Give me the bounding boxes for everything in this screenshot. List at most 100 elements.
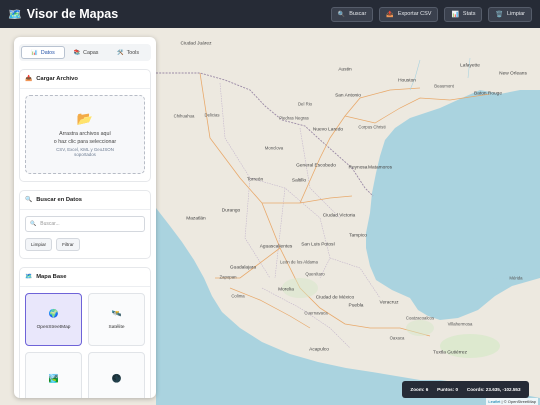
leaflet-link[interactable]: Leaflet: [488, 399, 500, 404]
layers-icon: 📚: [73, 49, 81, 56]
basemap-panel: 🗺️ Mapa Base 🌍 OpenStreetMap 🛰️ Satélite…: [19, 267, 151, 398]
basemap-dark[interactable]: 🌑: [88, 352, 145, 398]
map-label: San Luis Potosí: [301, 242, 335, 248]
map-label: Tuxtla Gutiérrez: [433, 350, 467, 356]
export-csv-button[interactable]: 📤 Exportar CSV: [379, 6, 439, 22]
search-icon: 🔍: [337, 11, 346, 18]
stats-button[interactable]: 📊 Stats: [444, 6, 483, 22]
data-search-input[interactable]: 🔍 Buscar...: [25, 216, 145, 232]
map-label: Cuernavaca: [304, 310, 328, 316]
app-title-text: Visor de Mapas: [26, 7, 119, 21]
map-label: Reynosa: [348, 165, 368, 171]
search-panel: 🔍 Buscar en Datos 🔍 Buscar... Limpiar Fi…: [19, 190, 151, 259]
search-button-label: Buscar: [349, 11, 367, 17]
tab-capas-label: Capas: [83, 49, 99, 56]
basemap-panel-title: 🗺️ Mapa Base: [20, 268, 150, 286]
map-icon: 🗺️: [25, 274, 33, 280]
stats-button-label: Stats: [462, 11, 476, 17]
basemap-title-text: Mapa Base: [36, 274, 67, 280]
map-label: Tampico: [349, 233, 367, 239]
osm-attribution: | © OpenStreetMap: [501, 399, 536, 404]
map-label: Mazatlán: [186, 216, 206, 222]
map-label: Puebla: [348, 303, 364, 309]
map-status-bar: Zoom: 6 Puntos: 0 Coords: 23.635, -102.5…: [402, 381, 529, 398]
map-label: Colima: [231, 293, 245, 299]
clear-button-label: Limpiar: [506, 11, 525, 17]
map-label: Querétaro: [305, 271, 325, 277]
map-label: Mérida: [509, 275, 523, 281]
upload-panel: 📥 Cargar Archivo 📂 Arrastra archivos aqu…: [19, 69, 151, 182]
tab-tools[interactable]: 🛠️ Tools: [107, 46, 149, 59]
chart-icon: 📊: [31, 49, 38, 56]
search-panel-title-text: Buscar en Datos: [36, 197, 82, 203]
search-button[interactable]: 🔍 Buscar: [330, 6, 374, 22]
points-readout: Puntos: 0: [437, 387, 459, 392]
map-label: Durango: [221, 208, 241, 214]
map-label: Austin: [338, 67, 352, 73]
search-placeholder: Buscar...: [40, 221, 60, 227]
basemap-terrain[interactable]: 🏞️: [25, 352, 82, 398]
map-label: Piedras Negras: [279, 115, 309, 121]
map-label: Zapopan: [219, 274, 237, 280]
search-icon: 🔍: [30, 221, 37, 227]
folder-icon: 📂: [76, 111, 94, 127]
upload-panel-title: 📥 Cargar Archivo: [20, 70, 150, 88]
map-label: Baton Rouge: [473, 91, 503, 97]
map-attribution: Leaflet | © OpenStreetMap: [486, 398, 538, 405]
map-label: Veracruz: [379, 300, 399, 306]
map-icon: 🗺️: [8, 8, 22, 21]
tools-icon: 🛠️: [117, 49, 124, 56]
map-label: Nuevo Laredo: [312, 127, 344, 133]
satellite-icon: 🛰️: [111, 309, 122, 318]
map-label: Matamoros: [368, 165, 392, 171]
terrain-icon: 🏞️: [48, 374, 59, 383]
drop-zone-formats: CSV, Excel, KML y GeoJSON soportados: [56, 146, 114, 158]
map-label: Del Rio: [297, 101, 313, 107]
stats-icon: 📊: [451, 11, 459, 18]
search-filter-button[interactable]: Filtrar: [56, 238, 80, 251]
dark-icon: 🌑: [111, 374, 122, 383]
map-label: León de los Aldama: [280, 259, 318, 265]
map-label: Saltillo: [291, 178, 307, 184]
globe-icon: 🌍: [48, 309, 59, 318]
tab-datos[interactable]: 📊 Datos: [21, 46, 65, 59]
map-label: Lafayette: [460, 63, 480, 69]
map-label: Coatzacoalcos: [405, 315, 435, 321]
search-clear-button[interactable]: Limpiar: [25, 238, 53, 251]
map-label: Torreón: [246, 177, 264, 183]
map-label: Acapulco: [309, 347, 329, 353]
upload-title-text: Cargar Archivo: [36, 76, 78, 82]
export-csv-button-label: Exportar CSV: [397, 11, 432, 17]
map-label: Corpus Christi: [358, 124, 386, 130]
zoom-readout: Zoom: 6: [410, 387, 429, 392]
app-header: 🗺️ Visor de Mapas 🔍 Buscar 📤 Exportar CS…: [0, 0, 540, 28]
upload-icon: 📥: [25, 76, 33, 82]
basemap-osm-label: OpenStreetMap: [36, 325, 71, 330]
tab-capas[interactable]: 📚 Capas: [65, 46, 107, 59]
basemap-osm[interactable]: 🌍 OpenStreetMap: [25, 293, 82, 346]
map-label: Morelia: [278, 287, 294, 293]
map-label: San Antonio: [335, 93, 361, 99]
search-icon: 🔍: [25, 197, 33, 203]
export-icon: 📤: [386, 11, 394, 18]
basemap-satellite-label: Satélite: [108, 325, 125, 330]
map-label: Ciudad de México: [315, 295, 355, 301]
sidebar-tabs: 📊 Datos 📚 Capas 🛠️ Tools: [19, 44, 151, 61]
map-label: Guadalajara: [229, 265, 257, 271]
tab-tools-label: Tools: [126, 49, 139, 56]
sidebar: 📊 Datos 📚 Capas 🛠️ Tools 📥 Cargar Archiv…: [14, 37, 156, 398]
map-label: Ciudad Victoria: [322, 213, 356, 219]
map-label: Villahermosa: [447, 321, 473, 327]
map-label: General Escobedo: [296, 163, 336, 169]
basemap-satellite[interactable]: 🛰️ Satélite: [88, 293, 145, 346]
file-drop-zone[interactable]: 📂 Arrastra archivos aquí o haz clic para…: [25, 95, 145, 174]
coords-readout: Coords: 23.635, -102.553: [466, 387, 521, 392]
map-label: Chihuahua: [173, 113, 195, 119]
map-label: New Orleans: [499, 71, 527, 77]
app-title: 🗺️ Visor de Mapas: [8, 7, 118, 21]
map-label: Beaumont: [434, 83, 454, 89]
map-label: Monclova: [264, 145, 284, 151]
map-label: Delicias: [204, 112, 220, 118]
drop-zone-line2: o haz clic para seleccionar: [53, 138, 117, 145]
clear-button[interactable]: 🗑️ Limpiar: [488, 6, 532, 22]
